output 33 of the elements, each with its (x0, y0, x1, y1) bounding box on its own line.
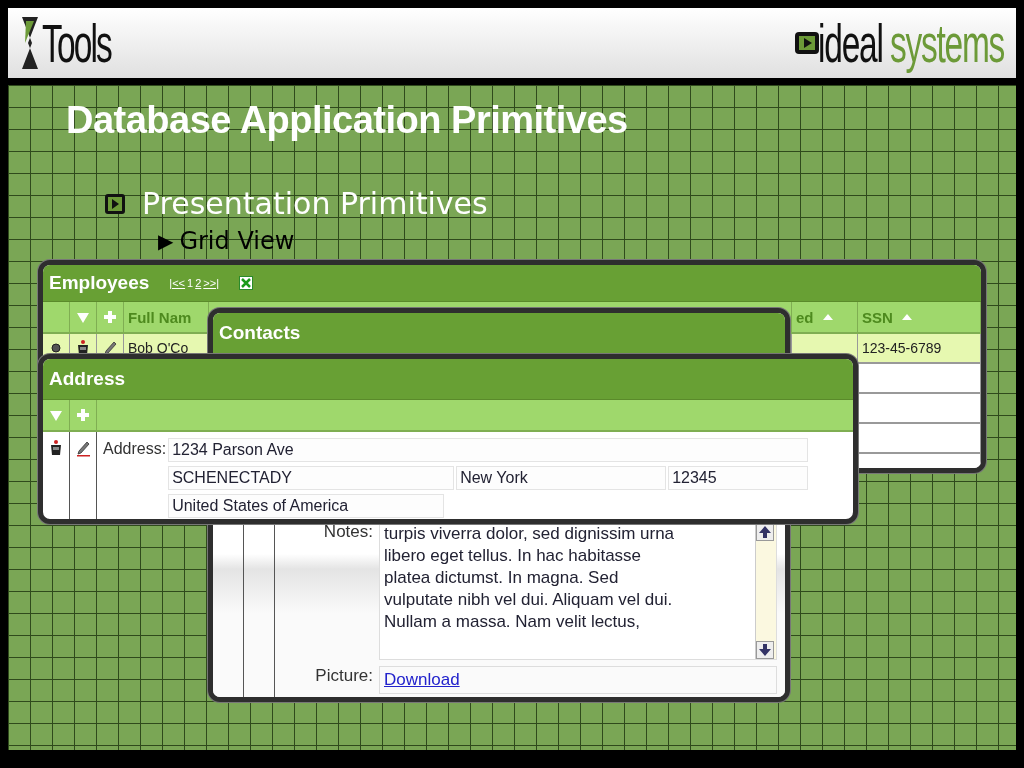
product-logo: Tools (42, 16, 111, 70)
download-link[interactable]: Download (384, 670, 460, 690)
table-cell: Bob O'Co (128, 340, 189, 356)
down-arrow-icon (756, 641, 774, 659)
field-label: Notes: (322, 522, 373, 543)
slide-title: Database Application Primitives (66, 99, 629, 142)
grid-title: Address (49, 368, 126, 390)
plus-icon (76, 408, 90, 422)
text-field[interactable]: 12345 (668, 466, 809, 490)
company-logo-text: ideal (817, 13, 883, 73)
notes-field[interactable]: turpis viverra dolor, sed dignissim urna libero eget tellus. In hac habitasse platea dictumst. In magna. Sed vulputate nibh vel dui. Aliquam vel dui. Nullam a massa. Nam velit lectus, (379, 522, 777, 660)
text-field[interactable]: SCHENECTADY (168, 466, 455, 490)
plus-icon (103, 310, 117, 324)
text-field[interactable]: New York (456, 466, 667, 490)
text-field[interactable]: 1234 Parson Ave (168, 438, 809, 462)
up-triangle-icon (821, 313, 834, 321)
company-logo-text: systems (889, 13, 1004, 73)
field-label: Picture: (314, 666, 373, 687)
bullet-text: Presentation Primitives (142, 186, 488, 221)
table-cell: 123-45-6789 (862, 340, 942, 356)
up-triangle-icon (900, 313, 913, 321)
play-square-icon (104, 192, 126, 215)
spreadsheet-icon[interactable] (239, 276, 253, 290)
field-label: Address: (103, 439, 167, 459)
pencil-icon (75, 440, 91, 457)
scrollbar[interactable] (755, 523, 776, 659)
down-triangle-icon (49, 408, 63, 422)
grid-title: Employees (49, 272, 150, 294)
bin-icon (49, 440, 63, 456)
grid-title: Contacts (219, 322, 301, 344)
down-triangle-icon (76, 310, 90, 324)
play-square-icon (793, 31, 820, 55)
text-field[interactable]: United States of America (168, 494, 445, 518)
